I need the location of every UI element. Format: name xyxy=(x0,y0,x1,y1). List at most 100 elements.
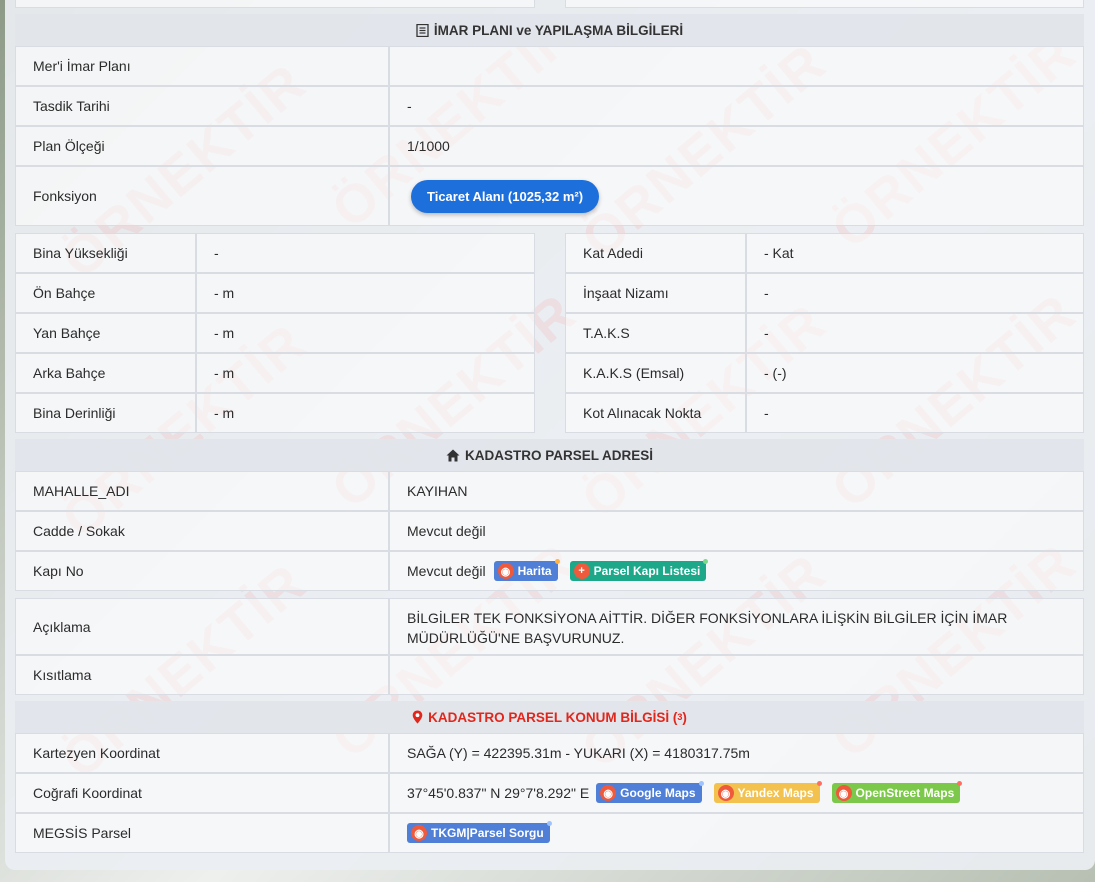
cut-row-left xyxy=(15,0,535,8)
kisitlama-label: Kısıtlama xyxy=(16,656,390,694)
aciklama-label: Açıklama xyxy=(16,599,390,654)
row-label: Cadde / Sokak xyxy=(16,512,390,550)
row-label: K.A.K.S (Emsal) xyxy=(566,354,747,392)
tkgm-parsel-sorgu-button[interactable]: ◉ TKGM|Parsel Sorgu xyxy=(407,821,552,843)
dot-indicator xyxy=(698,781,704,786)
table-row: Kat Adedi - Kat xyxy=(565,233,1084,273)
table-row: Tasdik Tarihi - xyxy=(15,86,1084,126)
globe-icon: ◉ xyxy=(411,825,427,841)
google-maps-button[interactable]: ◉ Google Maps xyxy=(596,781,704,803)
row-label: Plan Ölçeği xyxy=(16,127,390,165)
row-label: T.A.K.S xyxy=(566,314,747,352)
row-label: Ön Bahçe xyxy=(16,274,197,312)
table-row: Arka Bahçe - m xyxy=(15,353,535,393)
aciklama-value: BİLGİLER TEK FONKSİYONA AİTTİR. DİĞER FO… xyxy=(407,610,1008,646)
table-row: Plan Ölçeği 1/1000 xyxy=(15,126,1084,166)
konum-section-close: ) xyxy=(682,709,687,725)
kartezyen-value: SAĞA (Y) = 422395.31m - YUKARI (X) = 418… xyxy=(407,745,750,761)
harita-button[interactable]: ◉ Harita xyxy=(493,559,560,581)
row-label: Yan Bahçe xyxy=(16,314,197,352)
table-row: Bina Derinliği - m xyxy=(15,393,535,433)
adres-section-header: KADASTRO PARSEL ADRESİ xyxy=(15,439,1084,471)
table-row: MAHALLE_ADI KAYIHAN xyxy=(15,471,1084,511)
kapi-cell: Mevcut değil ◉ Harita + Parsel Kapı Listes… xyxy=(392,552,1083,590)
row-value: - m xyxy=(214,405,235,421)
table-row: Fonksiyon Ticaret Alanı (1025,32 m²) xyxy=(15,166,1084,226)
row-value: KAYIHAN xyxy=(407,483,468,499)
row-value: - xyxy=(764,405,769,421)
table-row: MEGSİS Parsel ◉ TKGM|Parsel Sorgu xyxy=(15,813,1084,853)
google-maps-label: Google Maps xyxy=(620,786,696,800)
row-label: İnşaat Nizamı xyxy=(566,274,747,312)
dot-indicator xyxy=(957,781,963,786)
row-value: Mevcut değil xyxy=(407,523,486,539)
row-label: Kot Alınacak Nokta xyxy=(566,394,747,432)
row-label: Tasdik Tarihi xyxy=(16,87,390,125)
row-value xyxy=(392,47,1083,85)
row-value: - m xyxy=(214,325,235,341)
megsis-cell: ◉ TKGM|Parsel Sorgu xyxy=(392,814,1083,852)
table-row: Açıklama BİLGİLER TEK FONKSİYONA AİTTİR.… xyxy=(15,598,1084,655)
table-row: T.A.K.S - xyxy=(565,313,1084,353)
table-row: Cadde / Sokak Mevcut değil xyxy=(15,511,1084,551)
row-value: - xyxy=(407,98,412,114)
fonksiyon-label: Fonksiyon xyxy=(16,167,390,225)
row-label: Mer'i İmar Planı xyxy=(16,47,390,85)
kartezyen-label: Kartezyen Koordinat xyxy=(16,734,390,772)
fonksiyon-button[interactable]: Ticaret Alanı (1025,32 m²) xyxy=(411,179,600,213)
row-value: - (-) xyxy=(764,365,787,381)
dot-indicator xyxy=(554,559,560,564)
kapi-listesi-button[interactable]: + Parsel Kapı Listesi xyxy=(569,559,709,581)
row-label: MAHALLE_ADI xyxy=(16,472,390,510)
yandex-maps-button[interactable]: ◉ Yandex Maps xyxy=(713,781,822,803)
row-value: - Kat xyxy=(764,245,794,261)
row-value: - xyxy=(764,285,769,301)
megsis-label: MEGSİS Parsel xyxy=(16,814,390,852)
globe-icon: ◉ xyxy=(835,785,852,801)
table-row: Kısıtlama xyxy=(15,655,1084,695)
content-panel: ÖRNEKTİR ÖRNEKTİR ÖRNEKTİR ÖRNEKTİR ÖRNE… xyxy=(5,0,1095,870)
konum-section-header: KADASTRO PARSEL KONUM BİLGİSİ (3) xyxy=(15,701,1084,733)
globe-icon: ◉ xyxy=(600,785,617,801)
table-row: Kot Alınacak Nokta - xyxy=(565,393,1084,433)
kisitlama-value xyxy=(392,656,1083,694)
tkgm-label: TKGM|Parsel Sorgu xyxy=(431,826,544,840)
cografi-label: Coğrafi Koordinat xyxy=(16,774,390,812)
home-icon xyxy=(446,449,460,462)
cografi-cell: 37°45'0.837" N 29°7'8.292" E ◉ Google Map… xyxy=(392,774,1083,812)
row-value: - m xyxy=(214,285,235,301)
table-row: Bina Yüksekliği - xyxy=(15,233,535,273)
row-value: - m xyxy=(214,365,235,381)
konum-section-title: KADASTRO PARSEL KONUM BİLGİSİ ( xyxy=(428,709,678,725)
table-row: Kapı No Mevcut değil ◉ Harita + Parsel Kap… xyxy=(15,551,1084,591)
row-value: - xyxy=(764,325,769,341)
table-row: Kartezyen Koordinat SAĞA (Y) = 422395.31… xyxy=(15,733,1084,773)
plus-icon: + xyxy=(573,563,590,579)
kapi-label: Kapı No xyxy=(16,552,390,590)
openstreet-maps-label: OpenStreet Maps xyxy=(855,786,955,800)
dot-indicator xyxy=(816,781,822,786)
harita-label: Harita xyxy=(517,564,552,578)
table-row: İnşaat Nizamı - xyxy=(565,273,1084,313)
dot-indicator xyxy=(546,821,552,826)
imar-section-title: İMAR PLANI ve YAPILAŞMA BİLGİLERİ xyxy=(433,22,684,38)
openstreet-maps-button[interactable]: ◉ OpenStreet Maps xyxy=(831,781,963,803)
table-row: Yan Bahçe - m xyxy=(15,313,535,353)
kapi-listesi-label: Parsel Kapı Listesi xyxy=(593,564,701,578)
fonksiyon-cell: Ticaret Alanı (1025,32 m²) xyxy=(392,167,1083,225)
table-row: Mer'i İmar Planı xyxy=(15,46,1084,86)
map-marker-icon xyxy=(412,710,423,724)
row-label: Arka Bahçe xyxy=(16,354,197,392)
globe-icon: ◉ xyxy=(497,563,514,579)
yandex-maps-label: Yandex Maps xyxy=(737,786,814,800)
table-row: K.A.K.S (Emsal) - (-) xyxy=(565,353,1084,393)
table-row: Ön Bahçe - m xyxy=(15,273,535,313)
imar-section-header: İMAR PLANI ve YAPILAŞMA BİLGİLERİ xyxy=(15,14,1084,46)
cut-row-right xyxy=(565,0,1084,8)
row-label: Bina Derinliği xyxy=(16,394,197,432)
kapi-value: Mevcut değil xyxy=(407,563,486,579)
row-value: - xyxy=(214,245,219,261)
cografi-value: 37°45'0.837" N 29°7'8.292" E xyxy=(407,785,590,801)
adres-section-title: KADASTRO PARSEL ADRESİ xyxy=(464,447,654,463)
table-row: Coğrafi Koordinat 37°45'0.837" N 29°7'8.… xyxy=(15,773,1084,813)
